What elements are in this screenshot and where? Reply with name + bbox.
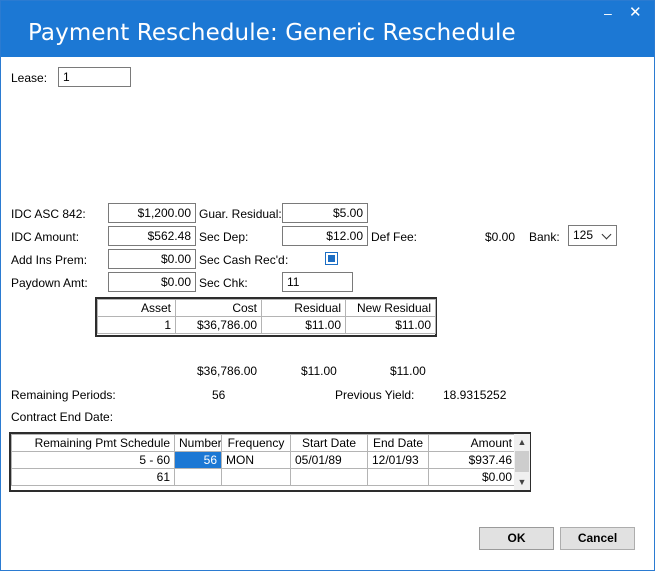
previous-yield-value: 18.9315252 [443, 388, 507, 402]
remaining-periods-label: Remaining Periods: [11, 388, 116, 402]
remaining-periods-value: 56 [212, 388, 226, 402]
def-fee-value: $0.00 [484, 230, 515, 244]
bank-select[interactable]: 125 [568, 225, 617, 246]
start-date-cell[interactable] [290, 468, 368, 486]
end-date-cell[interactable] [367, 468, 429, 486]
schedule-scrollbar[interactable]: ▲ ▼ [514, 434, 530, 490]
contract-end-date-label: Contract End Date: [11, 410, 114, 424]
table-row[interactable]: 61 $0.00 [11, 468, 517, 486]
asset-cell[interactable]: 1 [97, 316, 176, 334]
add-ins-prem-label: Add Ins Prem: [11, 253, 88, 267]
paydown-amt-input[interactable]: $0.00 [108, 272, 196, 292]
title-bar: Payment Reschedule: Generic Reschedule –… [1, 1, 654, 57]
residual-col-header[interactable]: Residual [261, 299, 346, 317]
end-date-col-header[interactable]: End Date [367, 434, 429, 452]
scroll-up-icon[interactable]: ▲ [514, 434, 530, 450]
add-ins-prem-input[interactable]: $0.00 [108, 249, 196, 269]
idc-amount-label: IDC Amount: [11, 230, 80, 244]
frequency-col-header[interactable]: Frequency [221, 434, 291, 452]
def-fee-label: Def Fee: [371, 230, 418, 244]
total-new-residual: $11.00 [390, 364, 426, 378]
amount-col-header[interactable]: Amount [428, 434, 517, 452]
total-residual: $11.00 [301, 364, 337, 378]
bank-select-value: 125 [573, 228, 594, 242]
dialog-window: Payment Reschedule: Generic Reschedule –… [0, 0, 655, 571]
number-cell-selected[interactable]: 56 [174, 451, 222, 469]
new-residual-cell[interactable]: $11.00 [345, 316, 436, 334]
table-row[interactable]: 1 $36,786.00 $11.00 $11.00 [97, 316, 436, 334]
amount-cell[interactable]: $937.46 [428, 451, 517, 469]
start-date-col-header[interactable]: Start Date [290, 434, 368, 452]
close-icon[interactable]: ✕ [629, 5, 642, 20]
asset-grid: Asset Cost Residual New Residual 1 $36,7… [95, 297, 437, 337]
schedule-range-cell[interactable]: 61 [11, 468, 175, 486]
scroll-thumb[interactable] [515, 451, 529, 472]
chevron-down-icon [601, 229, 612, 240]
frequency-cell[interactable]: MON [221, 451, 291, 469]
window-title: Payment Reschedule: Generic Reschedule [28, 20, 516, 46]
cost-col-header[interactable]: Cost [175, 299, 262, 317]
frequency-cell[interactable] [221, 468, 291, 486]
guar-residual-input[interactable]: $5.00 [282, 203, 368, 223]
sec-chk-input[interactable]: 11 [282, 272, 353, 292]
schedule-grid-header: Remaining Pmt Schedule Number Frequency … [11, 434, 517, 452]
sec-cash-recd-label: Sec Cash Rec'd [199, 253, 285, 267]
cancel-button[interactable]: Cancel [560, 527, 635, 550]
table-row[interactable]: 5 - 60 56 MON 05/01/89 12/01/93 $937.46 [11, 451, 517, 469]
asset-col-header[interactable]: Asset [97, 299, 176, 317]
start-date-cell[interactable]: 05/01/89 [290, 451, 368, 469]
sec-cash-recd-checkbox[interactable] [325, 252, 338, 265]
remaining-pmt-schedule-col-header[interactable]: Remaining Pmt Schedule [11, 434, 175, 452]
sec-dep-input[interactable]: $12.00 [282, 226, 368, 246]
new-residual-col-header[interactable]: New Residual [345, 299, 436, 317]
bank-label: Bank: [529, 230, 560, 244]
amount-cell[interactable]: $0.00 [428, 468, 517, 486]
minimize-icon[interactable]: – [604, 6, 612, 20]
schedule-range-cell[interactable]: 5 - 60 [11, 451, 175, 469]
schedule-grid: Remaining Pmt Schedule Number Frequency … [9, 432, 531, 492]
sec-chk-label: Sec Chk: [199, 276, 248, 290]
cost-cell[interactable]: $36,786.00 [175, 316, 262, 334]
idc-amount-input[interactable]: $562.48 [108, 226, 196, 246]
number-col-header[interactable]: Number [174, 434, 222, 452]
previous-yield-label: Previous Yield: [335, 388, 415, 402]
scroll-down-icon[interactable]: ▼ [514, 474, 530, 490]
lease-input[interactable]: 1 [58, 67, 131, 87]
guar-residual-label: Guar. Residual: [199, 207, 282, 221]
idc-asc-842-input[interactable]: $1,200.00 [108, 203, 196, 223]
asset-grid-header: Asset Cost Residual New Residual [97, 299, 436, 317]
sec-cash-recd-colon: : [285, 253, 289, 267]
paydown-amt-label: Paydown Amt: [11, 276, 88, 290]
lease-label: Lease: [11, 71, 48, 85]
total-cost: $36,786.00 [197, 364, 258, 378]
residual-cell[interactable]: $11.00 [261, 316, 346, 334]
sec-dep-label: Sec Dep: [199, 230, 249, 244]
end-date-cell[interactable]: 12/01/93 [367, 451, 429, 469]
number-cell[interactable] [174, 468, 222, 486]
ok-button[interactable]: OK [479, 527, 554, 550]
idc-asc-842-label: IDC ASC 842: [11, 207, 86, 221]
